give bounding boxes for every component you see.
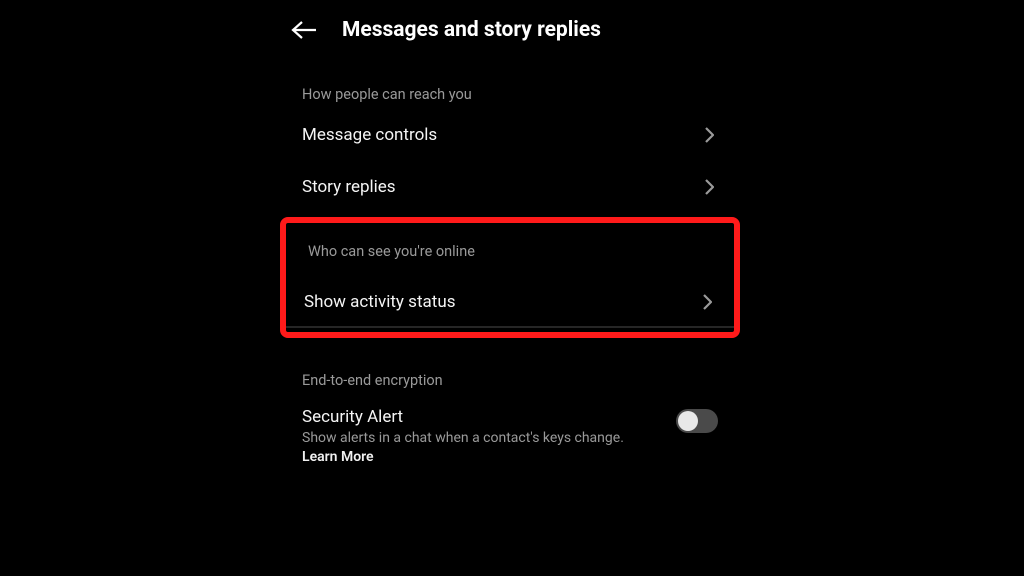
toggle-description: Show alerts in a chat when a contact's k…: [302, 429, 658, 467]
header: Messages and story replies: [280, 0, 740, 60]
toggle-title: Security Alert: [302, 407, 658, 427]
toggle-desc-text: Show alerts in a chat when a contact's k…: [302, 430, 624, 446]
chevron-right-icon: [700, 126, 718, 144]
row-message-controls[interactable]: Message controls: [280, 109, 740, 161]
divider: [286, 326, 734, 328]
row-show-activity-status[interactable]: Show activity status: [286, 266, 734, 326]
toggle-text: Security Alert Show alerts in a chat whe…: [302, 407, 676, 467]
security-alert-toggle[interactable]: [676, 409, 718, 433]
section-label-online: Who can see you're online: [286, 223, 734, 266]
page-title: Messages and story replies: [342, 18, 601, 42]
chevron-right-icon: [700, 178, 718, 196]
back-arrow-icon[interactable]: [290, 18, 324, 42]
section-label-encryption: End-to-end encryption: [280, 346, 740, 395]
chevron-right-icon: [698, 293, 716, 311]
row-label: Story replies: [302, 177, 396, 197]
section-label-reach: How people can reach you: [280, 60, 740, 109]
row-label: Message controls: [302, 125, 437, 145]
row-label: Show activity status: [304, 292, 455, 312]
row-story-replies[interactable]: Story replies: [280, 161, 740, 213]
settings-panel: Messages and story replies How people ca…: [280, 0, 740, 576]
learn-more-link[interactable]: Learn More: [302, 449, 374, 465]
highlight-annotation: Who can see you're online Show activity …: [280, 217, 740, 338]
toggle-knob: [678, 411, 698, 431]
row-security-alert: Security Alert Show alerts in a chat whe…: [280, 395, 740, 471]
